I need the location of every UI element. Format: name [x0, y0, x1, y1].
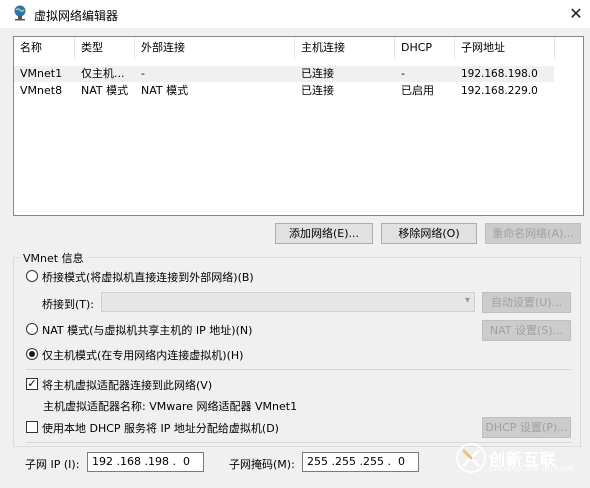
- host-only-mode-radio[interactable]: [26, 348, 38, 360]
- divider: [26, 369, 571, 370]
- chevron-down-icon: ▾: [464, 295, 470, 306]
- network-globe-icon: [14, 5, 26, 21]
- nat-mode-label[interactable]: NAT 模式(与虚拟机共享主机的 IP 地址)(N): [42, 322, 252, 338]
- connect-adapter-checkbox[interactable]: ✓: [26, 378, 38, 390]
- dhcp-settings-button[interactable]: DHCP 设置(P)...: [482, 417, 571, 438]
- watermark-subtext: CHUANG XIN HU LIAN: [489, 465, 574, 473]
- bridge-to-label: 桥接到(T):: [42, 298, 95, 311]
- nat-settings-button[interactable]: NAT 设置(S)...: [482, 320, 571, 341]
- cell-subnet: 192.168.198.0: [461, 68, 538, 80]
- cell-name: VMnet8: [20, 84, 63, 97]
- cell-subnet: 192.168.229.0: [461, 85, 538, 97]
- auto-settings-button[interactable]: 自动设置(U)...: [482, 292, 571, 313]
- column-header-type[interactable]: 类型: [75, 37, 135, 59]
- subnet-mask-label: 子网掩码(M):: [229, 458, 295, 471]
- remove-network-button[interactable]: 移除网络(O): [381, 223, 477, 244]
- cell-external: -: [141, 67, 145, 80]
- adapter-name-text: 主机虚拟适配器名称: VMware 网络适配器 VMnet1: [43, 400, 298, 413]
- connect-adapter-label[interactable]: 将主机虚拟适配器连接到此网络(V): [42, 377, 212, 393]
- watermark-logo: 创新互联 CHUANG XIN HU LIAN: [453, 440, 587, 480]
- cell-name: VMnet1: [20, 67, 63, 80]
- cell-type: NAT 模式: [81, 84, 129, 97]
- table-row[interactable]: VMnet1 仅主机... - 已连接 - 192.168.198.0: [14, 66, 554, 82]
- column-header-name[interactable]: 名称: [14, 37, 75, 59]
- cell-external: NAT 模式: [141, 84, 189, 97]
- logo-x-icon: [456, 443, 486, 473]
- cell-host: 已连接: [301, 67, 334, 80]
- column-header-host[interactable]: 主机连接: [295, 37, 395, 59]
- add-network-button[interactable]: 添加网络(E)...: [275, 223, 373, 244]
- nat-mode-radio[interactable]: [26, 323, 38, 335]
- bridge-to-select[interactable]: ▾: [101, 292, 475, 312]
- cell-dhcp: 已启用: [401, 84, 434, 97]
- bridge-mode-radio[interactable]: [26, 270, 38, 282]
- window-title: 虚拟网络编辑器: [34, 9, 119, 23]
- close-icon[interactable]: ✕: [566, 4, 586, 24]
- cell-host: 已连接: [301, 84, 334, 97]
- column-header-dhcp[interactable]: DHCP: [395, 37, 455, 59]
- column-header-external[interactable]: 外部连接: [135, 37, 295, 59]
- subnet-mask-field[interactable]: 255 .255 .255 . 0: [302, 452, 419, 472]
- cell-type: 仅主机...: [81, 67, 125, 80]
- network-list[interactable]: 名称 类型 外部连接 主机连接 DHCP 子网地址 VMnet1 仅主机... …: [13, 36, 584, 216]
- cell-dhcp: -: [401, 67, 405, 80]
- bridge-mode-label[interactable]: 桥接模式(将虚拟机直接连接到外部网络)(B): [42, 269, 254, 285]
- subnet-ip-field[interactable]: 192 .168 .198 . 0: [87, 452, 204, 472]
- rename-network-button[interactable]: 重命名网络(A)...: [485, 223, 581, 244]
- host-only-mode-label[interactable]: 仅主机模式(在专用网络内连接虚拟机)(H): [42, 347, 243, 363]
- use-dhcp-label[interactable]: 使用本地 DHCP 服务将 IP 地址分配给虚拟机(D): [42, 420, 279, 436]
- column-header-subnet[interactable]: 子网地址: [455, 37, 555, 59]
- table-row[interactable]: VMnet8 NAT 模式 NAT 模式 已连接 已启用 192.168.229…: [14, 83, 554, 99]
- subnet-ip-label: 子网 IP (I):: [25, 458, 80, 471]
- vmnet-info-label: VMnet 信息: [20, 250, 87, 266]
- radio-selected-dot: [29, 351, 35, 357]
- use-dhcp-checkbox[interactable]: [26, 421, 38, 433]
